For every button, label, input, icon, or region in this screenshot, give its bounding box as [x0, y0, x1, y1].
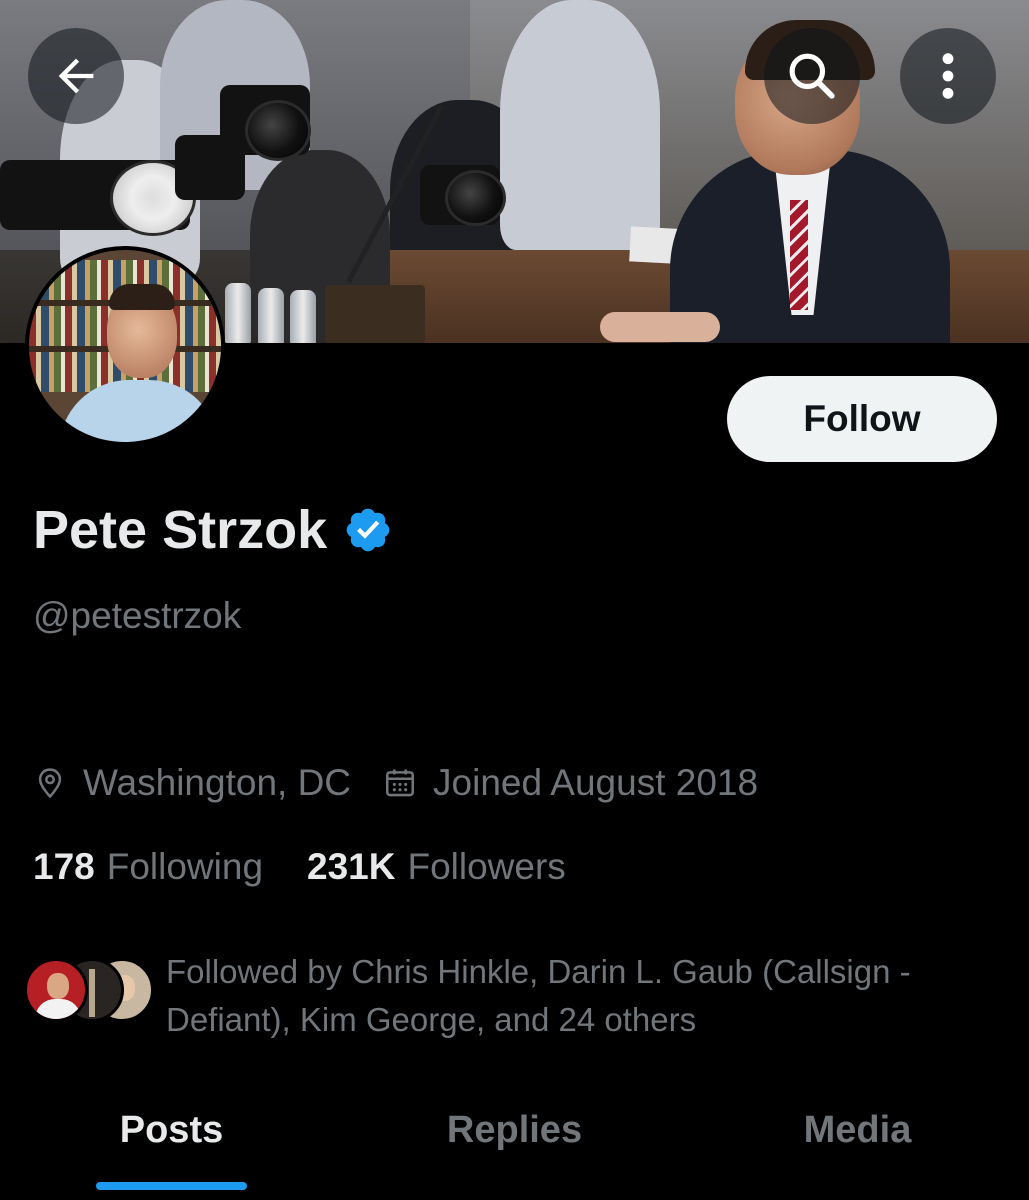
tab-replies[interactable]: Replies: [343, 1095, 686, 1200]
verified-badge-icon[interactable]: [343, 505, 393, 555]
banner-witness-tie: [790, 200, 808, 310]
tab-media[interactable]: Media: [686, 1095, 1029, 1200]
banner-staffer: [500, 0, 660, 250]
banner-camera-lens: [245, 100, 311, 161]
display-name-row: Pete Strzok: [33, 498, 393, 562]
profile-meta: Washington, DC Joined August 2018: [33, 758, 758, 808]
location-text: Washington, DC: [83, 762, 352, 803]
banner-water-bottle: [225, 283, 251, 343]
banner-water-bottle: [258, 288, 284, 343]
mini-avatar-cross: [89, 969, 95, 1017]
calendar-icon: [385, 769, 415, 797]
mini-avatar-shirt: [35, 999, 81, 1019]
more-vertical-icon: [942, 53, 954, 99]
mini-avatar-face: [47, 973, 69, 999]
arrow-left-icon: [58, 58, 94, 94]
banner-camera-lens: [445, 170, 506, 226]
followed-by-text: Followed by Chris Hinkle, Darin L. Gaub …: [166, 953, 911, 1038]
search-button[interactable]: [764, 28, 860, 124]
followers-link[interactable]: 231K Followers: [307, 846, 566, 888]
mutual-follower-avatar: [24, 958, 88, 1022]
banner-witness-hand: [600, 312, 720, 342]
banner-camera: [175, 135, 245, 200]
banner-podium: [325, 285, 425, 343]
location-item: Washington, DC: [33, 762, 351, 804]
following-count: 178: [33, 846, 95, 887]
joined-item: Joined August 2018: [383, 762, 758, 804]
following-link[interactable]: 178 Following: [33, 846, 263, 888]
followers-count: 231K: [307, 846, 396, 887]
mutual-followers-avatars: [24, 958, 156, 1028]
active-tab-indicator: [96, 1182, 247, 1190]
display-name: Pete Strzok: [33, 500, 328, 560]
following-label: Following: [106, 846, 264, 887]
user-handle: @petestrzok: [33, 595, 242, 636]
followers-label: Followers: [407, 846, 566, 887]
search-icon: [789, 53, 835, 99]
follow-button[interactable]: Follow: [727, 376, 997, 462]
followed-by-section[interactable]: Followed by Chris Hinkle, Darin L. Gaub …: [24, 948, 1004, 1044]
banner-water-bottle: [290, 290, 316, 343]
follow-stats: 178 Following 231K Followers: [33, 842, 566, 892]
avatar-hair: [109, 284, 175, 310]
joined-text: Joined August 2018: [433, 762, 759, 803]
location-pin-icon: [38, 768, 62, 799]
back-button[interactable]: [28, 28, 124, 124]
more-options-button[interactable]: [900, 28, 996, 124]
profile-avatar[interactable]: [25, 246, 225, 446]
